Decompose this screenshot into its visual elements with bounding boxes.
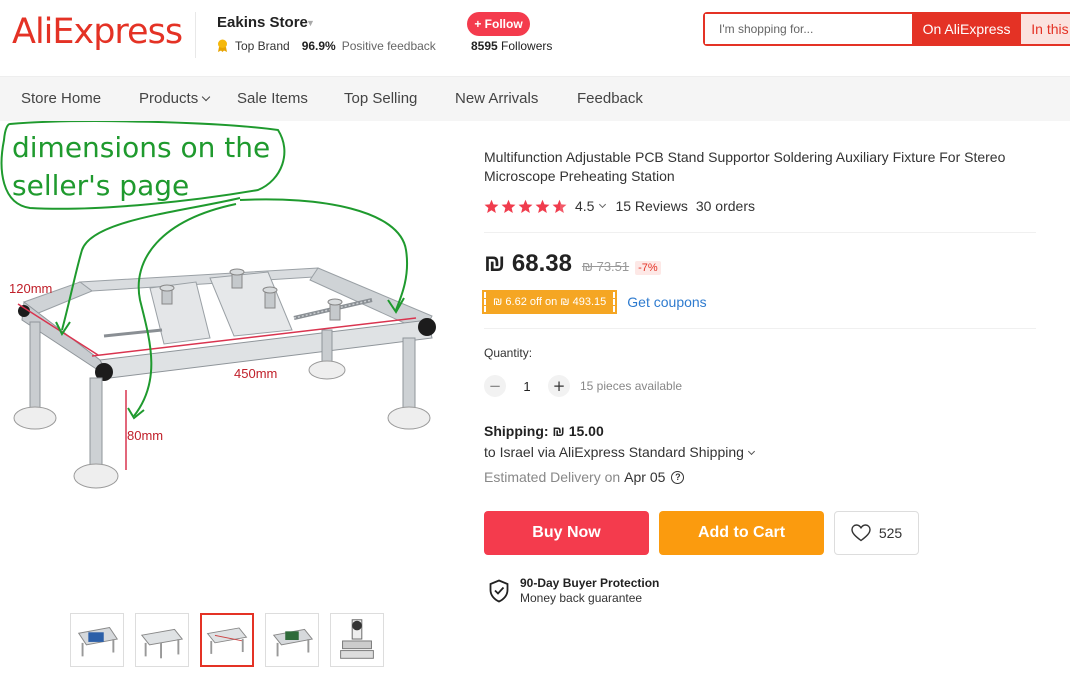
store-badges: Top Brand 96.9% Positive feedback <box>216 39 436 53</box>
search-bar: On AliExpress In this store <box>703 12 1070 46</box>
buy-now-button[interactable]: Buy Now <box>484 511 649 555</box>
quantity-label: Quantity: <box>484 346 533 360</box>
delivery-label: Estimated Delivery on <box>484 469 621 485</box>
positive-feedback-pct: 96.9% <box>301 39 336 53</box>
search-aliexpress-button[interactable]: On AliExpress <box>911 14 1022 44</box>
nav-products[interactable]: Products <box>139 90 211 107</box>
search-input[interactable] <box>705 14 912 44</box>
divider <box>484 328 1036 329</box>
star-icon <box>535 199 550 213</box>
dimension-length-label: 450mm <box>234 366 277 381</box>
thumbnail-1[interactable] <box>70 613 124 667</box>
star-icon <box>501 199 516 213</box>
dimension-markings: 120mm 450mm 80mm <box>9 281 417 470</box>
nav-top-selling[interactable]: Top Selling <box>344 90 417 107</box>
shield-check-icon <box>489 579 509 602</box>
followers-number: 8595 <box>471 39 498 53</box>
shipping-method-selector[interactable]: to Israel via AliExpress Standard Shippi… <box>484 444 755 460</box>
dimension-width-label: 120mm <box>9 281 52 296</box>
chevron-down-icon <box>747 447 755 456</box>
heart-icon <box>851 524 871 542</box>
coupon-tag[interactable]: ₪ 6.62 off on ₪ 493.15 <box>481 290 618 314</box>
quantity-decrease-button[interactable]: − <box>484 375 506 397</box>
protection-subtitle: Money back guarantee <box>520 591 643 605</box>
shipping-cost: Shipping: ₪ 15.00 <box>484 423 604 439</box>
help-icon[interactable]: ? <box>671 470 685 484</box>
original-price: ₪ 73.51 <box>581 259 630 274</box>
star-icon <box>518 199 533 213</box>
store-header: AliExpress Eakins Store ▼ Top Brand 96.9… <box>0 0 1070 76</box>
thumbnail-image <box>77 626 119 657</box>
pieces-available: 15 pieces available <box>580 379 683 393</box>
discount-badge: -7% <box>635 261 661 275</box>
product-title: Multifunction Adjustable PCB Stand Suppo… <box>484 149 1006 184</box>
follow-button[interactable]: + Follow <box>467 12 530 36</box>
get-coupons-link[interactable]: Get coupons <box>627 294 706 310</box>
star-icon <box>552 199 567 213</box>
price-row: ₪ 68.38 ₪ 73.51 -7% <box>484 250 661 278</box>
thumbnail-image <box>140 628 184 659</box>
nav-products-label: Products <box>139 90 199 107</box>
medal-icon <box>218 39 227 52</box>
protection-title: 90-Day Buyer Protection <box>520 576 660 590</box>
header-divider <box>195 12 196 58</box>
wishlist-button[interactable]: 525 <box>834 511 919 555</box>
add-to-cart-button[interactable]: Add to Cart <box>659 511 824 555</box>
rating-row: 4.5 15 Reviews 30 orders <box>484 198 755 214</box>
current-price: ₪ 68.38 <box>484 250 572 277</box>
quantity-stepper: − + 15 pieces available <box>484 375 682 397</box>
top-brand-label: Top Brand <box>235 39 290 53</box>
nav-new-arrivals[interactable]: New Arrivals <box>455 90 538 107</box>
store-caret-icon[interactable]: ▼ <box>306 18 315 28</box>
buyer-protection: 90-Day Buyer Protection Money back guara… <box>488 576 659 605</box>
product-main-image[interactable]: 120mm 450mm 80mm dimensions on the selle… <box>0 121 470 601</box>
store-name[interactable]: Eakins Store <box>217 14 308 31</box>
nav-feedback[interactable]: Feedback <box>577 90 643 107</box>
store-nav: Store Home Products Sale Items Top Selli… <box>0 76 1070 121</box>
star-icon <box>484 199 499 213</box>
annotation-overlay <box>0 121 408 420</box>
thumbnail-2[interactable] <box>135 613 189 667</box>
nav-sale-items[interactable]: Sale Items <box>237 90 308 107</box>
thumbnail-image <box>272 628 314 657</box>
positive-feedback-label: Positive feedback <box>341 39 436 53</box>
search-store-button[interactable]: In this store <box>1021 14 1070 44</box>
followers-label: Followers <box>501 39 553 53</box>
wishlist-count: 525 <box>878 525 903 541</box>
aliexpress-logo[interactable]: AliExpress <box>12 12 183 52</box>
annotation-text-line1: dimensions on the <box>12 131 270 164</box>
shipping-method-label: to Israel via AliExpress Standard Shippi… <box>484 444 744 460</box>
reviews-link[interactable]: 15 Reviews <box>615 198 687 214</box>
quantity-increase-button[interactable]: + <box>548 375 570 397</box>
nav-store-home[interactable]: Store Home <box>21 90 101 107</box>
annotation-text-line2: seller's page <box>12 169 189 202</box>
dimension-height-label: 80mm <box>127 428 163 443</box>
thumbnail-4[interactable] <box>265 613 319 667</box>
divider <box>484 232 1036 233</box>
protection-text: 90-Day Buyer Protection Money back guara… <box>520 576 659 605</box>
thumbnail-5[interactable] <box>330 613 384 667</box>
estimated-delivery: Estimated Delivery on Apr 05 ? <box>484 469 685 485</box>
thumbnail-strip <box>70 613 384 667</box>
pcb-stand-illustration <box>13 267 436 489</box>
star-rating <box>484 199 567 214</box>
quantity-input[interactable] <box>506 378 548 394</box>
thumbnail-image <box>340 619 374 659</box>
delivery-date: Apr 05 <box>624 469 666 485</box>
orders-count: 30 orders <box>695 198 755 214</box>
rating-value: 4.5 <box>575 198 595 214</box>
followers-count: 8595 Followers <box>471 39 552 53</box>
chevron-down-icon[interactable] <box>599 200 607 208</box>
chevron-down-icon <box>201 92 211 102</box>
coupon-row: ₪ 6.62 off on ₪ 493.15 Get coupons <box>481 290 707 314</box>
thumbnail-3-selected[interactable] <box>200 613 254 667</box>
thumbnail-image <box>206 627 248 654</box>
